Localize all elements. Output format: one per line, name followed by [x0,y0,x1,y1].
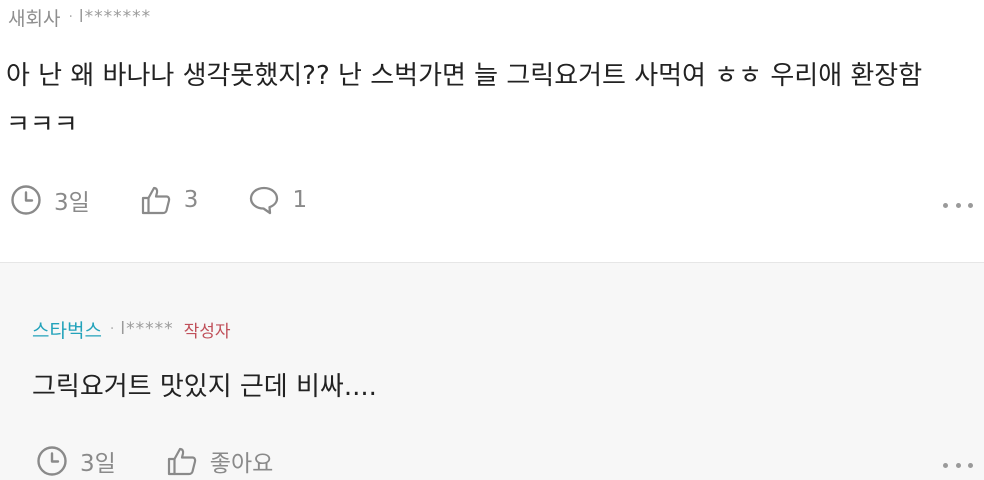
meta-separator: · [68,9,73,25]
speech-bubble-icon [250,186,279,215]
reply-text: 그릭요거트 맛있지 근데 비싸.... [32,372,377,402]
comment-meta: 새회사 · l******* [8,4,151,30]
reply-like-button[interactable]: 좋아요 [166,444,273,478]
more-dot [955,462,961,468]
comment-reply-button[interactable]: 1 [248,184,307,216]
comment-like-button[interactable]: 3 [140,184,199,216]
comment-time-label: 3일 [54,190,90,216]
clock-icon [11,185,41,215]
comment-text: 아 난 왜 바나나 생각못했지?? 난 스벅가면 늘 그릭요거트 사먹여 ㅎㅎ … [6,61,923,140]
more-dot [943,462,948,468]
comment-reply-count: 1 [292,187,308,213]
reply-masked-name: l***** [120,319,174,339]
more-dot [943,202,948,208]
writer-badge: 작성자 [183,321,231,342]
reply-actions: 3일 좋아요 [36,444,273,478]
reply-time: 3일 [36,444,116,478]
comment-masked-name: l******* [78,7,152,27]
comment-more-button[interactable] [943,200,973,210]
more-dot [968,202,973,208]
reply-meta: 스타벅스 · l***** 작성자 [32,316,231,342]
comment-author[interactable]: 새회사 [8,4,60,31]
reply-time-label: 3일 [80,451,116,477]
reply-like-label: 좋아요 [209,451,274,477]
comment-actions: 3일 3 1 [10,183,307,217]
comment: 새회사 · l******* 아 난 왜 바나나 생각못했지?? 난 스벅가면 … [0,0,984,262]
clock-icon [37,446,67,476]
reply: 스타벅스 · l***** 작성자 그릭요거트 맛있지 근데 비싸.... 3일… [0,262,984,480]
reply-author[interactable]: 스타벅스 [32,316,102,343]
comment-like-count: 3 [183,187,199,213]
comment-time: 3일 [10,183,90,217]
thumbs-up-icon [141,186,171,215]
more-dot [955,202,961,208]
thumbs-up-icon [167,447,197,476]
more-dot [968,462,973,468]
reply-more-button[interactable] [943,460,973,470]
meta-separator: · [109,321,115,337]
